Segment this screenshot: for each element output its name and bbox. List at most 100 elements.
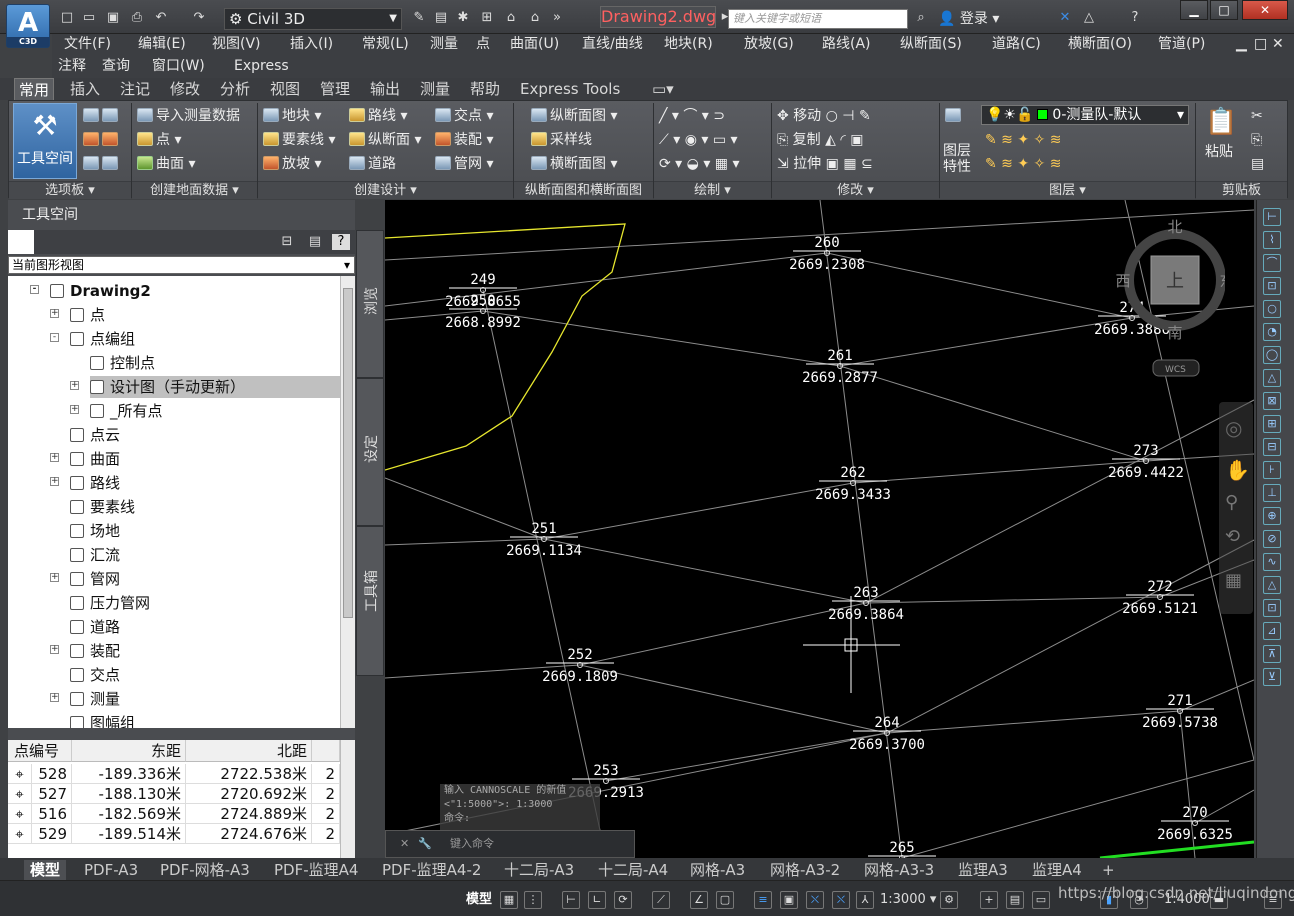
tree-item[interactable]: - 点编组 <box>50 328 135 350</box>
close-icon[interactable]: ✕ <box>400 831 409 857</box>
menu-item[interactable]: 曲面(U) <box>510 34 559 54</box>
calculator-icon[interactable]: ▤ <box>1006 891 1024 909</box>
menu-item[interactable]: 文件(F) <box>64 34 111 54</box>
doc-minimize-icon[interactable]: ▁ <box>1236 34 1247 54</box>
dimension-tool-icon[interactable]: ⊡ <box>1263 599 1281 617</box>
cogo-point[interactable]: 262 2669.3433 <box>815 465 891 503</box>
collapse-icon[interactable]: - <box>30 285 39 294</box>
dimension-tool-icon[interactable]: ⊕ <box>1263 507 1281 525</box>
help-icon[interactable]: ? <box>332 234 350 250</box>
dimension-tool-icon[interactable]: ⊼ <box>1263 645 1281 663</box>
tab-prospector[interactable]: 浏览 <box>356 230 384 378</box>
paste-button[interactable]: 粘贴 <box>1205 143 1233 161</box>
hatch-icon[interactable]: ⟳ ▾ ◒ ▾ ▦ ▾ <box>659 155 740 173</box>
dimension-tool-icon[interactable]: ⊠ <box>1263 392 1281 410</box>
tree-item[interactable]: 控制点 <box>90 352 155 374</box>
binoculars-icon[interactable]: ⌕ <box>912 10 930 26</box>
expand-icon[interactable]: + <box>50 573 59 582</box>
isodraft-icon[interactable]: ⟋ <box>652 891 670 909</box>
feature-line-button[interactable]: 要素线 ▾ <box>263 131 335 149</box>
view-select[interactable]: 当前图形视图 ▾ <box>8 256 355 274</box>
menu-item[interactable]: 测量 <box>430 34 458 54</box>
gear-icon[interactable]: ⚙ <box>940 891 958 909</box>
dimension-tool-icon[interactable]: ⊡ <box>1263 277 1281 295</box>
lineweight-icon[interactable]: ≡ <box>754 891 772 909</box>
auto-scale-icon[interactable]: ⛌ <box>832 891 850 909</box>
dimension-tool-icon[interactable]: ⊢ <box>1263 208 1281 226</box>
dimension-tool-icon[interactable]: ∿ <box>1263 553 1281 571</box>
assembly-button[interactable]: 装配 ▾ <box>435 131 493 149</box>
panel-label-clipboard[interactable]: 剪贴板 <box>1196 181 1287 199</box>
expand-icon[interactable]: + <box>50 645 59 654</box>
model-space-button[interactable]: 模型 <box>466 889 492 911</box>
tree-item[interactable]: + 路线 <box>50 472 120 494</box>
ribbon-tab[interactable]: 常用 <box>14 78 55 100</box>
tool-space-button[interactable]: ⚒ 工具空间 <box>13 103 77 179</box>
wrench-icon[interactable]: 🔧 <box>418 831 432 857</box>
application-menu-button[interactable]: A C3D <box>6 4 50 48</box>
table-header[interactable]: 北距 <box>186 740 312 762</box>
parcel-button[interactable]: 地块 ▾ <box>263 107 321 125</box>
doc-close-icon[interactable]: ✕ <box>1272 34 1284 54</box>
intersection-button[interactable]: 交点 ▾ <box>435 107 493 125</box>
expand-icon[interactable]: + <box>50 477 59 486</box>
menu-item[interactable]: Express <box>234 56 289 76</box>
layout-tab[interactable]: 网格-A3-2 <box>770 860 840 880</box>
copy-clip-icon[interactable]: ⎘ <box>1251 131 1262 149</box>
menu-item[interactable]: 常规(L) <box>362 34 409 54</box>
polyline-icon[interactable]: ⟋ ▾ ◉ ▾ ▭ ▾ <box>659 131 738 149</box>
cogo-point[interactable]: 270 2669.6325 <box>1157 805 1233 843</box>
profile-view-button[interactable]: 纵断面图 ▾ <box>531 107 617 125</box>
stretch-button[interactable]: ⇲ 拉伸 ▣ ▦ ⊆ <box>777 155 873 173</box>
properties-icon[interactable] <box>83 155 121 173</box>
orbit-icon[interactable]: ⟲ <box>1225 526 1240 547</box>
match-icon[interactable]: ▤ <box>1251 155 1264 173</box>
layout-tab[interactable]: 模型 <box>24 860 67 880</box>
item-view-icon[interactable]: ▤ <box>306 234 324 250</box>
dimension-tool-icon[interactable]: ◔ <box>1263 323 1281 341</box>
tree-item[interactable]: + 管网 <box>50 568 120 590</box>
save-icon[interactable]: ▣ <box>104 10 122 26</box>
grid-icon[interactable]: ▦ <box>500 891 518 909</box>
tree-item[interactable]: 交点 <box>70 664 120 686</box>
doc-restore-icon[interactable]: □ <box>1254 34 1267 54</box>
menu-item[interactable]: 纵断面(S) <box>900 34 962 54</box>
tree-item[interactable]: + 点 <box>50 304 105 326</box>
new-file-icon[interactable]: □ <box>58 10 76 26</box>
match-properties-icon[interactable]: ✎ <box>410 10 428 26</box>
table-header-extra[interactable] <box>312 740 340 762</box>
dimension-tool-icon[interactable]: ◯ <box>1263 346 1281 364</box>
layer-tools-icon[interactable]: ✎ ≋ ✦ ✧ ≋ <box>985 131 1061 149</box>
add-layout-icon[interactable]: + <box>1102 860 1115 880</box>
tree-item[interactable]: 场地 <box>70 520 120 542</box>
ribbon-tab[interactable]: 视图 <box>266 78 304 100</box>
steering-wheel-icon[interactable]: ◎ <box>1225 416 1242 440</box>
dimension-tool-icon[interactable]: ⊻ <box>1263 668 1281 686</box>
more-tools-icon[interactable]: » <box>548 10 566 26</box>
panel-label-modify[interactable]: 修改 ▾ <box>772 181 939 199</box>
login-button[interactable]: 👤 登录 ▾ <box>938 9 999 29</box>
layer-tools-2-icon[interactable]: ✎ ≋ ✦ ✧ ≋ <box>985 155 1061 173</box>
menu-item[interactable]: 点 <box>476 34 490 54</box>
tree-item[interactable]: + 测量 <box>50 688 120 710</box>
dimension-tool-icon[interactable]: ⊿ <box>1263 622 1281 640</box>
ribbon-tab[interactable]: 注记 <box>116 78 154 100</box>
house-icon[interactable]: ⌂ <box>502 10 520 26</box>
layout-tab[interactable]: 监理A4 <box>1032 860 1082 880</box>
dimension-tool-icon[interactable]: ⊦ <box>1263 461 1281 479</box>
table-header[interactable]: 点编号 <box>8 740 72 762</box>
viewcube[interactable]: 上 北 南 西 东 WCS <box>1115 210 1225 380</box>
cogo-point[interactable]: 273 2669.4422 <box>1108 443 1184 481</box>
dimension-tool-icon[interactable]: ⊥ <box>1263 484 1281 502</box>
pipe-network-button[interactable]: 管网 ▾ <box>435 155 493 173</box>
panel-label-layers[interactable]: 图层 ▾ <box>940 181 1195 199</box>
expand-icon[interactable]: + <box>50 693 59 702</box>
autodesk-a360-icon[interactable]: △ <box>1080 10 1098 26</box>
layout-tab[interactable]: 监理A3 <box>958 860 1008 880</box>
minimize-button[interactable]: ▁ <box>1180 0 1208 20</box>
tree-item[interactable]: + 曲面 <box>50 448 120 470</box>
maximize-button[interactable]: □ <box>1210 0 1238 20</box>
table-row[interactable]: ⌖ 529 -189.514米 2724.676米 2 <box>8 824 340 844</box>
ribbon-tab[interactable]: 分析 <box>216 78 254 100</box>
cogo-point[interactable]: 265 <box>868 840 936 858</box>
